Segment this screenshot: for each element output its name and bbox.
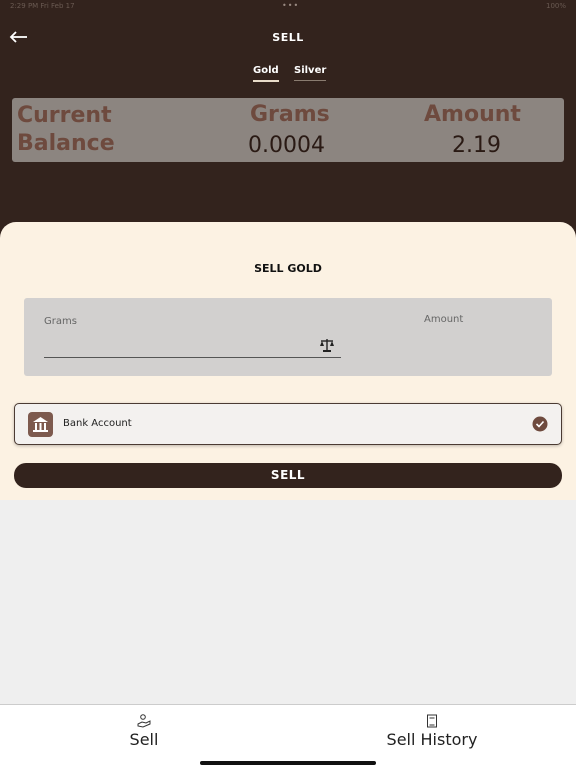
tab-gold[interactable]: Gold (253, 65, 279, 82)
current-balance-label: Current Balance (17, 102, 115, 158)
nav-label-sell-history: Sell History (386, 730, 478, 749)
header-area: 2:29 PM Fri Feb 17 ••• 100% SELL Gold Si… (0, 0, 576, 250)
sell-button[interactable]: SELL (14, 463, 562, 488)
nav-label-sell: Sell (129, 730, 159, 749)
nav-item-sell-history[interactable]: Sell History (376, 713, 488, 749)
bank-account-option[interactable]: Bank Account (14, 403, 562, 445)
scale-icon (319, 337, 335, 353)
bottom-nav: Sell Sell History (0, 704, 576, 768)
input-panel: Grams Amount (24, 298, 552, 376)
home-indicator[interactable] (200, 761, 376, 765)
amount-header: Amount (424, 102, 521, 127)
tab-silver[interactable]: Silver (294, 65, 327, 81)
nav-item-sell[interactable]: Sell (104, 713, 184, 749)
grams-header: Grams (250, 102, 330, 127)
grams-field-label: Grams (44, 316, 77, 327)
balance-label: Balance (17, 131, 115, 156)
status-time: 2:29 PM Fri Feb 17 (10, 2, 75, 10)
amount-balance-value: 2.19 (452, 133, 501, 158)
page-title: SELL (272, 31, 304, 44)
book-icon (425, 713, 439, 728)
bank-icon (28, 412, 53, 437)
check-circle-icon (532, 416, 548, 432)
sell-sheet: SELL GOLD Grams Amount Bank Account SELL (0, 222, 576, 500)
sell-gold-title: SELL GOLD (254, 262, 322, 275)
balance-card: Current Balance Grams Amount 0.0004 2.19 (12, 98, 564, 162)
grams-balance-value: 0.0004 (248, 133, 325, 158)
bank-account-label: Bank Account (63, 418, 132, 429)
battery-status: 100% (545, 2, 566, 10)
multitask-dots[interactable]: ••• (282, 1, 299, 10)
hand-coin-icon (137, 713, 151, 728)
current-label: Current (17, 103, 112, 128)
status-bar: 2:29 PM Fri Feb 17 ••• 100% (0, 0, 576, 14)
grams-input[interactable] (44, 357, 341, 358)
amount-field-label[interactable]: Amount (424, 314, 463, 325)
